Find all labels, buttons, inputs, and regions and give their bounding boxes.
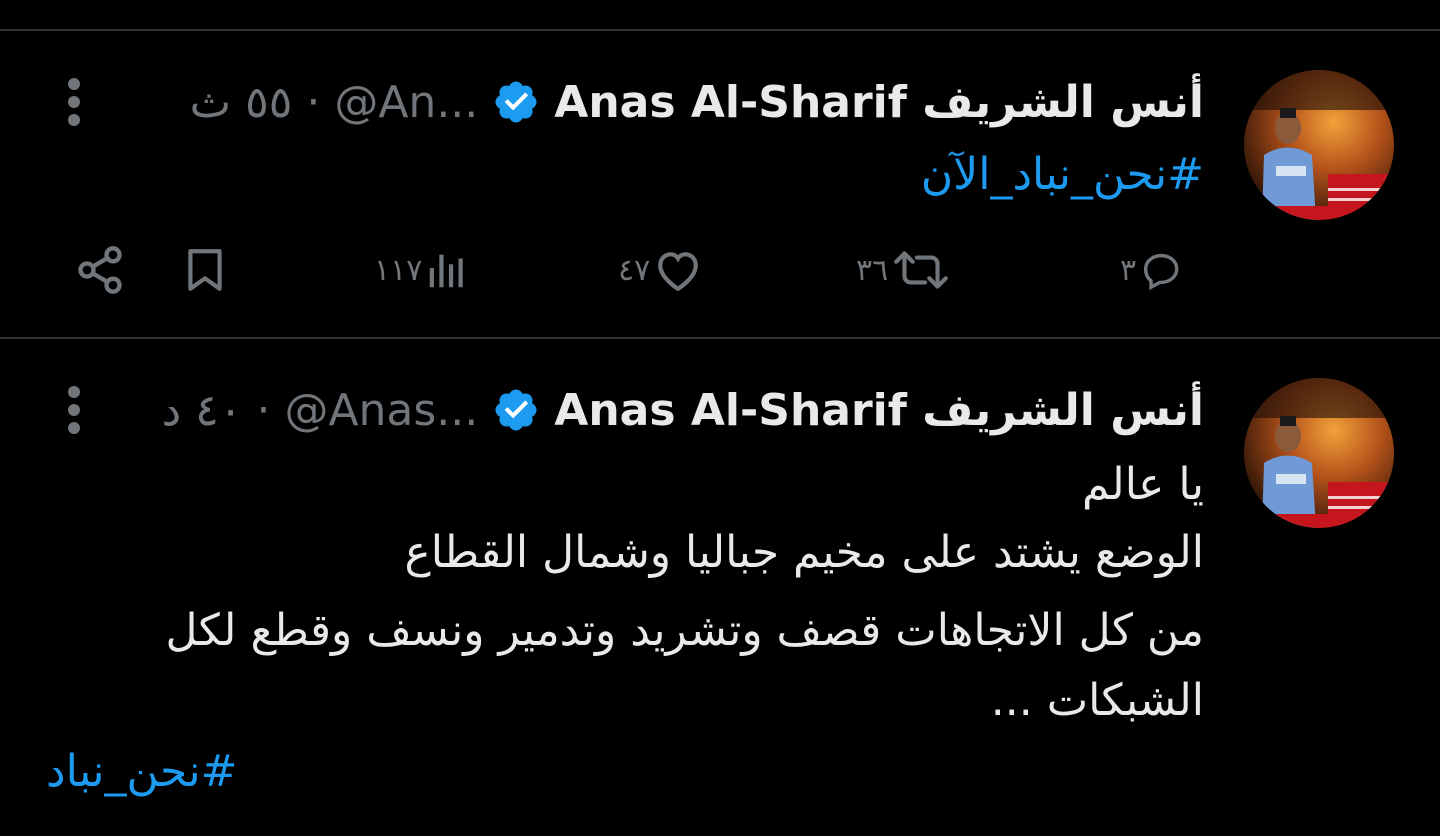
tweet-divider <box>0 337 1440 339</box>
tweet-text-line: من كل الاتجاهات قصف وتشريد وتدمير ونسف و… <box>165 605 1204 656</box>
tweet-hashtag[interactable]: #نحن_نباد_الآن <box>921 140 1204 210</box>
reply-icon <box>1144 253 1179 291</box>
like-action[interactable]: ٤٧ <box>618 240 704 300</box>
avatar[interactable] <box>1244 70 1394 220</box>
views-chart-icon <box>430 254 464 288</box>
timeline-feed: أنس الشريف Anas Al-Sharif @An... · ٥٥ ث … <box>0 0 1440 836</box>
handle[interactable]: @An... <box>334 77 478 128</box>
tweet-text-line: يا عالم <box>1082 459 1204 510</box>
views-action[interactable]: ١١٧ <box>374 240 470 300</box>
like-count: ٤٧ <box>618 252 651 288</box>
reply-action[interactable]: ٣ <box>1120 240 1184 300</box>
heart-icon <box>658 252 699 292</box>
tweet-hashtag[interactable]: #نحن_نباد <box>46 746 238 797</box>
retweet-count: ٣٦ <box>856 252 889 288</box>
reply-count: ٣ <box>1120 252 1137 288</box>
tweet-actions: ٣ ٣٦ ٤٧ ١١٧ <box>0 240 1440 300</box>
separator-dot: · <box>306 76 321 128</box>
verified-badge-icon <box>492 386 540 434</box>
avatar[interactable] <box>1244 378 1394 528</box>
top-divider <box>0 29 1440 31</box>
tweet-text-line: الشبكات ... <box>990 675 1204 726</box>
display-name[interactable]: أنس الشريف Anas Al-Sharif <box>554 385 1204 436</box>
bookmark-icon <box>188 249 222 291</box>
retweet-icon <box>894 251 949 289</box>
display-name[interactable]: أنس الشريف Anas Al-Sharif <box>554 77 1204 128</box>
more-options-icon[interactable] <box>62 380 86 440</box>
verified-badge-icon <box>492 78 540 126</box>
bookmark-action[interactable] <box>180 240 230 300</box>
share-action[interactable] <box>74 240 126 300</box>
timestamp[interactable]: ٤٠ د <box>162 385 243 436</box>
separator-dot: · <box>256 384 271 436</box>
more-options-icon[interactable] <box>62 72 86 132</box>
tweet-header: أنس الشريف Anas Al-Sharif @An... · ٥٥ ث <box>190 72 1204 132</box>
handle[interactable]: @Anas... <box>284 385 478 436</box>
retweet-action[interactable]: ٣٦ <box>856 240 952 300</box>
tweet-header: أنس الشريف Anas Al-Sharif @Anas... · ٤٠ … <box>162 380 1204 440</box>
tweet-text-line: الوضع يشتد على مخيم جباليا وشمال القطاع <box>404 527 1205 578</box>
views-count: ١١٧ <box>374 252 423 288</box>
share-icon <box>78 246 122 294</box>
timestamp[interactable]: ٥٥ ث <box>190 77 293 128</box>
